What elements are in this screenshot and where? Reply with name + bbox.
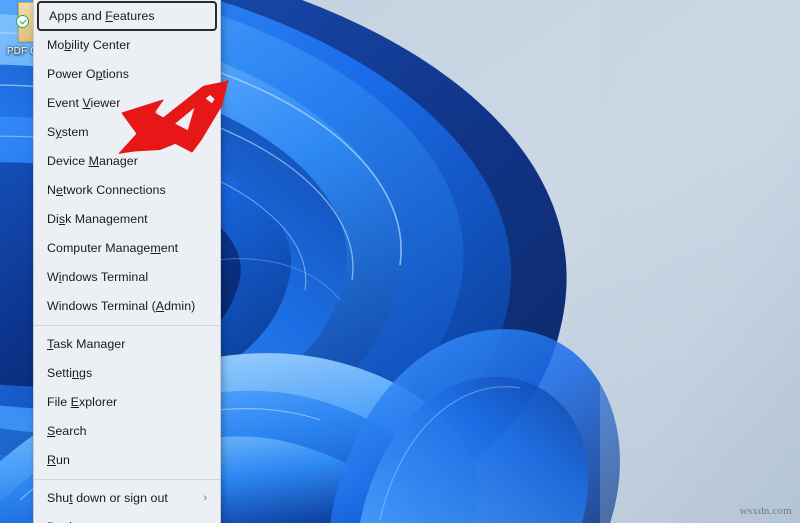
menu-item-label: Windows Terminal bbox=[47, 270, 149, 284]
menu-item-mobility-center[interactable]: Mobility Center bbox=[34, 31, 220, 60]
menu-item-windows-terminal[interactable]: Windows Terminal bbox=[34, 263, 220, 292]
menu-item-computer-management[interactable]: Computer Management bbox=[34, 234, 220, 263]
menu-item-label: Run bbox=[47, 453, 70, 467]
menu-item-label: Computer Management bbox=[47, 241, 179, 255]
menu-item-label: Shut down or sign out bbox=[47, 491, 168, 505]
menu-item-label: Mobility Center bbox=[47, 38, 131, 52]
menu-separator bbox=[34, 479, 220, 480]
menu-item-disk-management[interactable]: Disk Management bbox=[34, 205, 220, 234]
red-arrow-annotation bbox=[118, 79, 229, 154]
menu-item-label: System bbox=[47, 125, 89, 139]
menu-item-apps-and-features[interactable]: Apps and Features bbox=[37, 1, 217, 31]
chevron-right-icon: › bbox=[203, 492, 207, 504]
menu-item-shut-down-or-sign-out[interactable]: Shut down or sign out › bbox=[34, 484, 220, 513]
menu-item-label: Network Connections bbox=[47, 183, 166, 197]
sync-check-badge-icon bbox=[16, 15, 29, 28]
menu-separator bbox=[34, 325, 220, 326]
menu-item-label: Search bbox=[47, 424, 87, 438]
site-watermark: wsxdn.com bbox=[739, 505, 792, 517]
menu-item-network-connections[interactable]: Network Connections bbox=[34, 176, 220, 205]
menu-item-label: Windows Terminal (Admin) bbox=[47, 299, 196, 313]
menu-item-label: File Explorer bbox=[47, 395, 118, 409]
menu-item-label: Disk Management bbox=[47, 212, 148, 226]
menu-item-label: Apps and Features bbox=[49, 9, 155, 23]
menu-item-run[interactable]: Run bbox=[34, 446, 220, 475]
menu-item-windows-terminal-admin[interactable]: Windows Terminal (Admin) bbox=[34, 292, 220, 321]
menu-item-desktop[interactable]: Desktop bbox=[34, 513, 220, 523]
menu-item-settings[interactable]: Settings bbox=[34, 359, 220, 388]
desktop-screen: PDF Comb Apps and Features Mobility Cente… bbox=[0, 0, 800, 523]
menu-item-search[interactable]: Search bbox=[34, 417, 220, 446]
menu-item-label: Settings bbox=[47, 366, 93, 380]
menu-item-label: Task Manager bbox=[47, 337, 126, 351]
menu-item-file-explorer[interactable]: File Explorer bbox=[34, 388, 220, 417]
menu-item-task-manager[interactable]: Task Manager bbox=[34, 330, 220, 359]
